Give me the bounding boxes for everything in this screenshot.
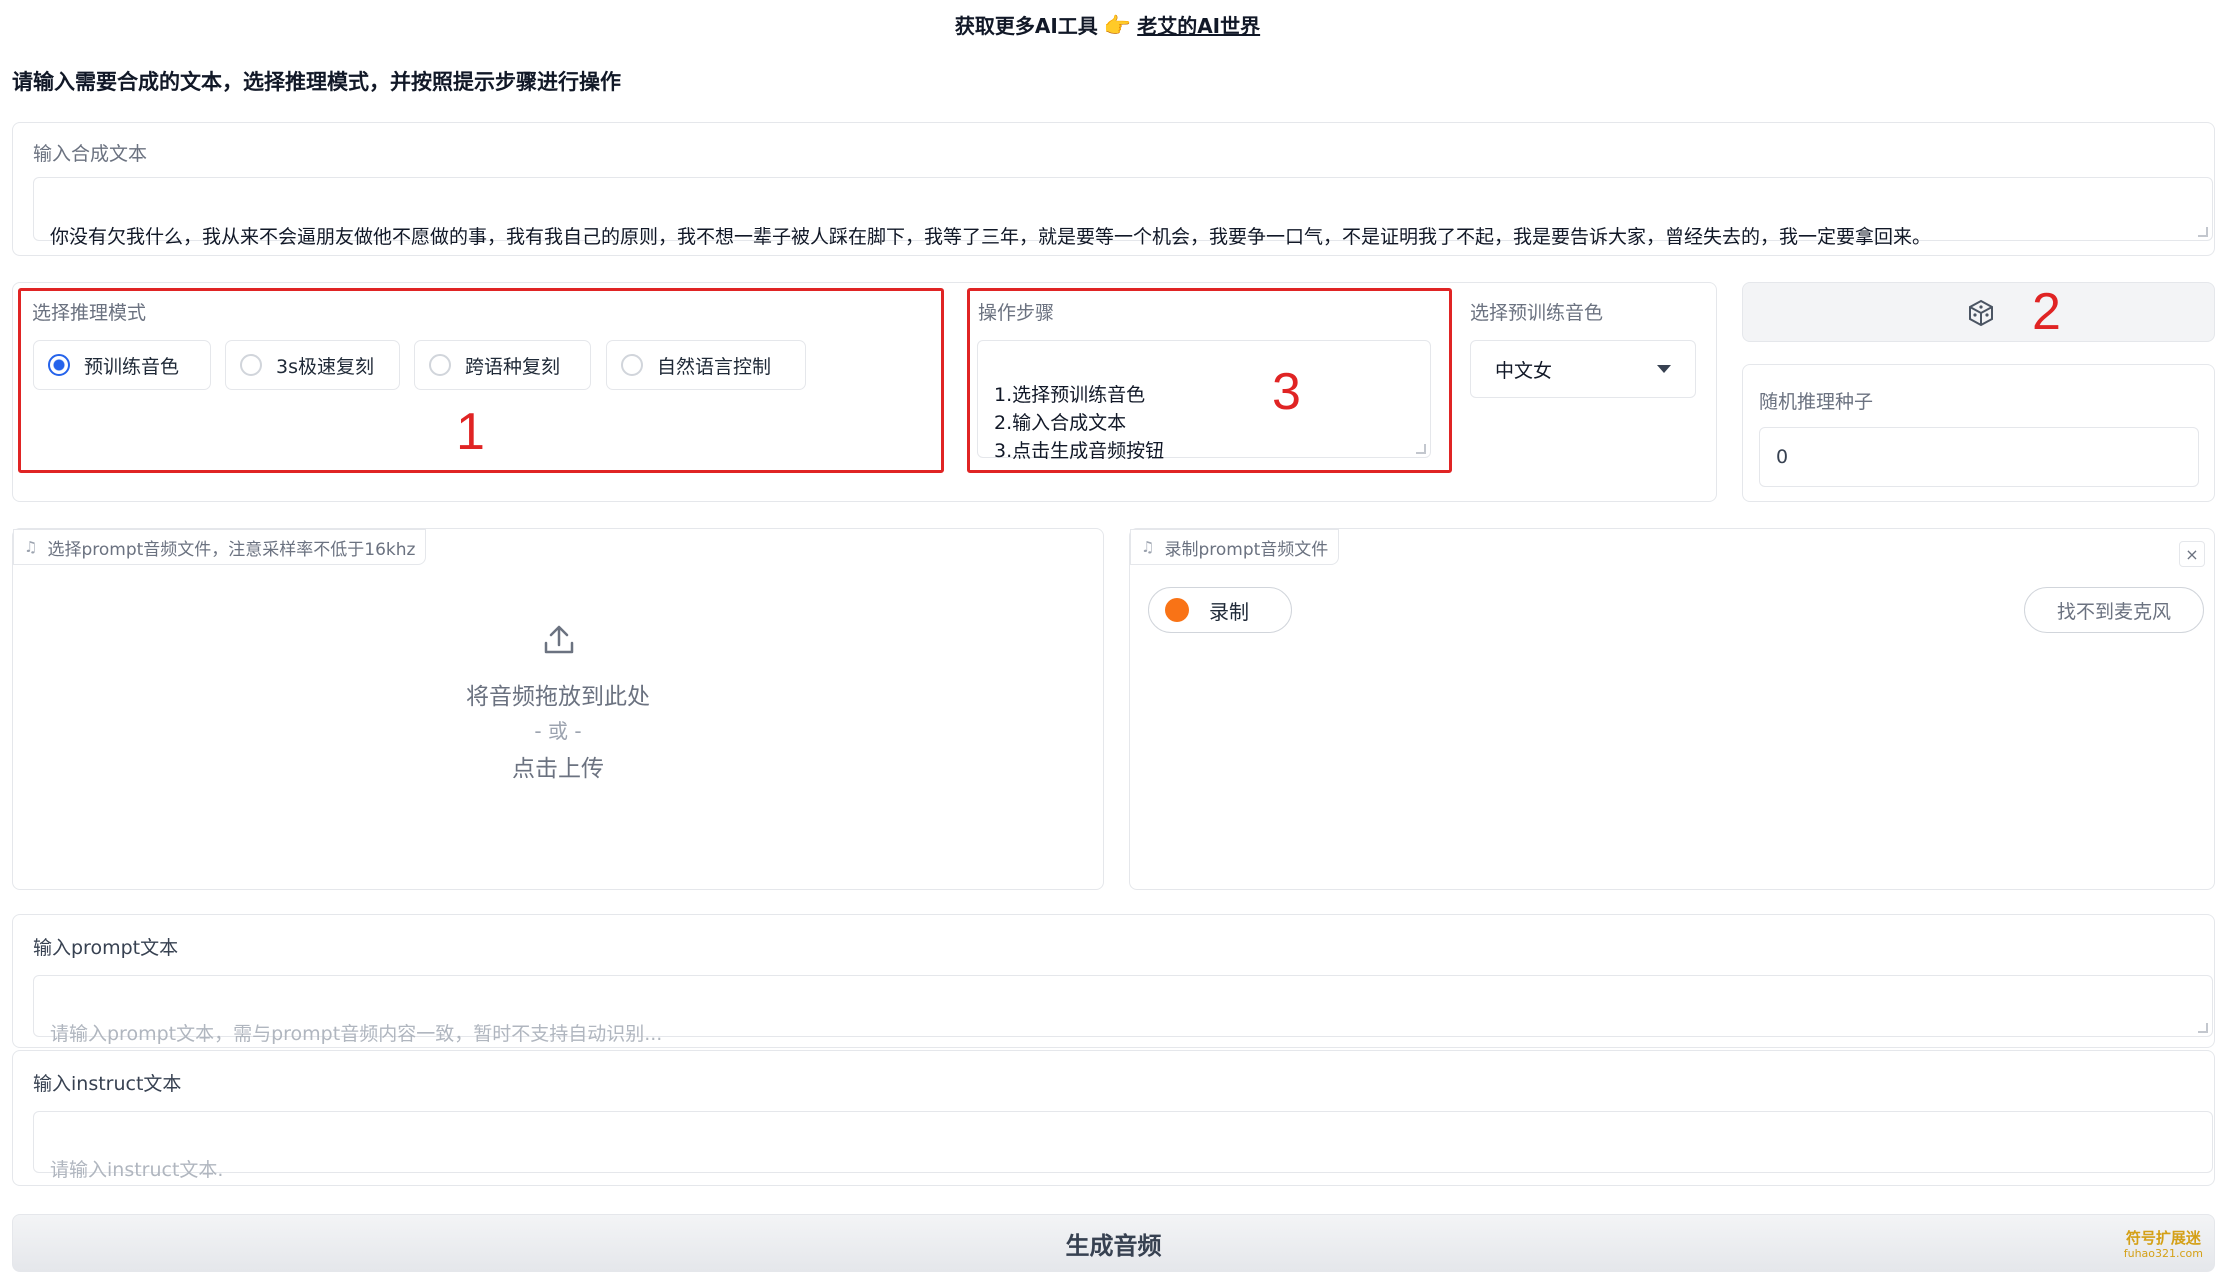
radio-unchecked-icon xyxy=(240,354,262,376)
prompt-text-input[interactable]: 请输入prompt文本，需与prompt音频内容一致，暂时不支持自动识别... xyxy=(33,975,2213,1045)
chevron-down-icon xyxy=(1657,365,1671,373)
steps-label: 操作步骤 xyxy=(978,302,1055,324)
drop-text: 将音频拖放到此处 xyxy=(466,684,650,710)
voice-dropdown[interactable]: 中文女 xyxy=(1470,340,1696,398)
radio-checked-icon xyxy=(48,354,70,376)
radio-unchecked-icon xyxy=(621,354,643,376)
upload-icon xyxy=(544,625,574,654)
page-instructions: 请输入需要合成的文本，选择推理模式，并按照提示步骤进行操作 xyxy=(12,70,621,94)
record-tab-label: ♫ 录制prompt音频文件 xyxy=(1130,529,1340,565)
mode-label: 选择推理模式 xyxy=(32,302,147,324)
instruct-text-input[interactable]: 请输入instruct文本. xyxy=(33,1111,2213,1181)
upload-panel[interactable]: ♫ 选择prompt音频文件，注意采样率不低于16khz 将音频拖放到此处 - … xyxy=(12,528,1104,890)
prompt-text-block: 输入prompt文本 请输入prompt文本，需与prompt音频内容一致，暂时… xyxy=(12,914,2215,1048)
annotation-number-2: 2 xyxy=(2032,283,2061,341)
mode-option-instruct[interactable]: 自然语言控制 xyxy=(606,340,806,390)
seed-label: 随机推理种子 xyxy=(1759,391,1874,413)
synth-text-label: 输入合成文本 xyxy=(33,143,148,165)
music-note-icon: ♫ xyxy=(1141,538,1155,556)
mode-option-pretrained[interactable]: 预训练音色 xyxy=(33,340,211,390)
pointing-hand-icon: 👉 xyxy=(1103,14,1132,39)
banner-link[interactable]: 老艾的AI世界 xyxy=(1137,14,1260,38)
generate-audio-button[interactable]: 生成音频 xyxy=(12,1214,2215,1272)
instruct-text-block: 输入instruct文本 请输入instruct文本. xyxy=(12,1050,2215,1186)
mode-option-3s-clone[interactable]: 3s极速复刻 xyxy=(225,340,400,390)
seed-block: 随机推理种子 0 xyxy=(1742,364,2215,502)
steps-textarea[interactable]: 1.选择预训练音色 2.输入合成文本 3.点击生成音频按钮 xyxy=(977,340,1431,462)
no-microphone-button[interactable]: 找不到麦克风 xyxy=(2024,587,2204,633)
resize-handle-icon[interactable] xyxy=(2198,1023,2208,1033)
resize-handle-icon[interactable] xyxy=(1416,444,1426,454)
top-banner: 获取更多AI工具 👉 老艾的AI世界 xyxy=(0,10,2215,39)
mode-option-label: 预训练音色 xyxy=(84,355,180,378)
watermark-line1: 符号扩展迷 xyxy=(2125,1229,2201,1247)
record-tab-text: 录制prompt音频文件 xyxy=(1164,539,1329,560)
prompt-text-placeholder: 请输入prompt文本，需与prompt音频内容一致，暂时不支持自动识别... xyxy=(50,1023,663,1045)
close-icon[interactable]: × xyxy=(2179,541,2205,567)
synth-text-value: 你没有欠我什么，我从来不会逼朋友做他不愿做的事，我有我自己的原则，我不想一辈子被… xyxy=(50,226,1932,248)
or-text: - 或 - xyxy=(534,719,582,743)
steps-value: 1.选择预训练音色 2.输入合成文本 3.点击生成音频按钮 xyxy=(994,384,1165,462)
resize-handle-icon[interactable] xyxy=(2198,227,2208,237)
watermark-line2: fuhao321.com xyxy=(2123,1247,2203,1260)
banner-prefix: 获取更多AI工具 xyxy=(954,14,1098,38)
annotation-number-3: 3 xyxy=(1272,363,1301,421)
upload-tab-text: 选择prompt音频文件，注意采样率不低于16khz xyxy=(47,539,416,560)
synth-text-input[interactable]: 你没有欠我什么，我从来不会逼朋友做他不愿做的事，我有我自己的原则，我不想一辈子被… xyxy=(33,177,2213,248)
seed-value: 0 xyxy=(1776,446,1789,468)
voice-selected: 中文女 xyxy=(1495,359,1553,382)
voice-label: 选择预训练音色 xyxy=(1470,302,1604,324)
random-seed-button[interactable] xyxy=(1742,282,2215,342)
music-note-icon: ♫ xyxy=(24,538,38,556)
synth-text-block: 输入合成文本 你没有欠我什么，我从来不会逼朋友做他不愿做的事，我有我自己的原则，… xyxy=(12,122,2215,256)
click-upload-text[interactable]: 点击上传 xyxy=(13,749,1103,783)
prompt-text-label: 输入prompt文本 xyxy=(33,937,179,959)
instruct-text-placeholder: 请输入instruct文本. xyxy=(50,1159,224,1181)
record-button[interactable]: 录制 xyxy=(1148,587,1292,633)
mode-option-label: 3s极速复刻 xyxy=(276,355,374,378)
seed-input[interactable]: 0 xyxy=(1759,427,2199,487)
record-panel: ♫ 录制prompt音频文件 × 录制 找不到麦克风 xyxy=(1129,528,2215,890)
dice-icon xyxy=(1969,299,1993,327)
instruct-text-label: 输入instruct文本 xyxy=(33,1073,182,1095)
upload-tab-label: ♫ 选择prompt音频文件，注意采样率不低于16khz xyxy=(13,529,427,565)
mode-option-cross-lingual[interactable]: 跨语种复刻 xyxy=(414,340,591,390)
record-dot-icon xyxy=(1165,598,1189,622)
radio-unchecked-icon xyxy=(429,354,451,376)
watermark-logo: 符号扩展迷 fuhao321.com xyxy=(2124,1230,2203,1262)
record-label: 录制 xyxy=(1209,599,1249,624)
annotation-number-1: 1 xyxy=(456,403,485,461)
mode-option-label: 自然语言控制 xyxy=(657,355,772,378)
mic-label: 找不到麦克风 xyxy=(2056,600,2171,623)
mode-option-label: 跨语种复刻 xyxy=(465,355,561,378)
